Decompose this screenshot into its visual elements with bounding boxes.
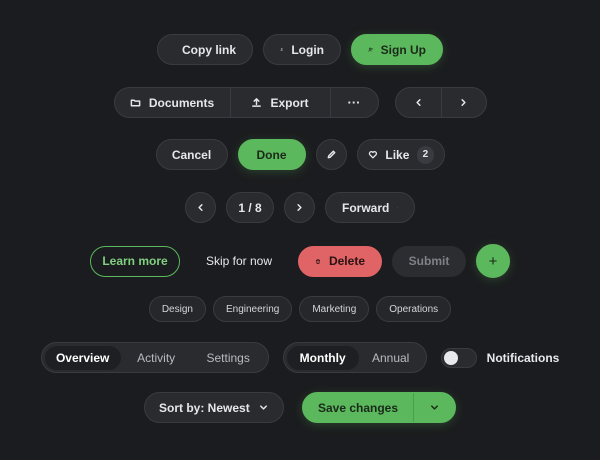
chip-label: Design: [161, 303, 193, 315]
user-icon: [280, 48, 283, 51]
billing-monthly[interactable]: Monthly: [286, 345, 359, 370]
tag-chips-row: Design Engineering Marketing Operations: [0, 296, 600, 322]
file-button-group: Documents Export ···: [113, 87, 379, 118]
like-count-badge: 2: [417, 145, 434, 164]
login-button[interactable]: Login: [263, 34, 341, 65]
delete-label: Delete: [328, 254, 365, 268]
heart-icon: [368, 151, 377, 159]
sign-up-label: Sign Up: [380, 42, 426, 57]
cta-row: Learn more Skip for now Delete Submit +: [0, 244, 600, 278]
chevron-right-icon: [461, 99, 466, 106]
chevron-left-icon: [198, 204, 203, 211]
submit-button[interactable]: Submit: [392, 245, 466, 277]
auth-row: Copy link Login Sign Up: [0, 34, 600, 65]
like-label: Like: [385, 147, 410, 162]
plus-icon: +: [488, 252, 498, 270]
submit-label: Submit: [408, 254, 450, 268]
page-previous-button[interactable]: [185, 192, 216, 223]
skip-button[interactable]: Skip for now: [190, 246, 288, 277]
notifications-label: Notifications: [486, 350, 560, 365]
page-indicator: 1 / 8: [226, 192, 274, 223]
billing-toggle: Monthly Annual: [282, 342, 427, 373]
file-actions-row: Documents Export ···: [0, 87, 600, 118]
cancel-label: Cancel: [171, 147, 212, 162]
view-tabs: Overview Activity Settings: [40, 342, 269, 373]
add-button[interactable]: +: [476, 244, 510, 278]
chevron-down-icon: [431, 405, 438, 410]
chevron-left-icon: [415, 99, 421, 106]
sort-select[interactable]: Sort by: Newest: [144, 392, 284, 423]
edit-button[interactable]: [315, 139, 347, 170]
documents-label: Documents: [148, 95, 215, 110]
more-icon: ···: [347, 95, 361, 110]
tab-activity[interactable]: Activity: [121, 346, 192, 370]
page-indicator-label: 1 / 8: [238, 200, 262, 215]
done-label: Done: [256, 147, 287, 162]
chevron-down-icon: [260, 405, 267, 410]
save-changes-button[interactable]: Save changes: [303, 393, 413, 422]
pagination-row: 1 / 8 Forward: [0, 192, 600, 223]
form-actions-row: Cancel Done Like 2: [0, 139, 600, 170]
billing-label: Monthly: [299, 350, 346, 365]
chip-label: Operations: [389, 303, 439, 315]
delete-button[interactable]: Delete: [298, 245, 382, 277]
like-button[interactable]: Like 2: [356, 139, 445, 170]
notifications-setting: Notifications: [440, 347, 560, 368]
export-button[interactable]: Export: [229, 88, 330, 117]
sort-label: Sort by: Newest: [159, 400, 250, 415]
forward-button[interactable]: Forward: [325, 192, 415, 223]
chip-design[interactable]: Design: [148, 296, 206, 322]
cancel-button[interactable]: Cancel: [155, 139, 228, 170]
chip-label: Engineering: [225, 303, 280, 315]
save-split-button: Save changes: [302, 392, 456, 423]
sign-up-button[interactable]: Sign Up: [351, 34, 443, 65]
trash-icon: [315, 258, 321, 264]
copy-link-label: Copy link: [182, 42, 237, 57]
billing-label: Annual: [371, 350, 410, 365]
skip-label: Skip for now: [205, 254, 273, 268]
chevron-right-icon: [297, 204, 302, 211]
done-button[interactable]: Done: [237, 139, 306, 170]
learn-more-button[interactable]: Learn more: [90, 245, 180, 277]
chip-operations[interactable]: Operations: [376, 296, 452, 322]
login-label: Login: [291, 42, 324, 57]
notifications-switch[interactable]: [440, 347, 477, 368]
pencil-icon: [327, 150, 335, 159]
save-options-button[interactable]: [413, 393, 455, 422]
segmented-controls-row: Overview Activity Settings Monthly Annua…: [0, 342, 600, 373]
chip-label: Marketing: [312, 303, 357, 315]
pager-group: [394, 87, 487, 118]
next-button[interactable]: [440, 88, 486, 117]
previous-button[interactable]: [396, 88, 441, 117]
tab-label: Activity: [137, 350, 176, 365]
tab-settings[interactable]: Settings: [192, 346, 265, 370]
tab-overview[interactable]: Overview: [44, 345, 121, 370]
sort-save-row: Sort by: Newest Save changes: [0, 392, 600, 423]
user-plus-icon: [368, 47, 373, 52]
chip-engineering[interactable]: Engineering: [212, 296, 293, 322]
tab-label: Settings: [206, 350, 250, 365]
documents-button[interactable]: Documents: [115, 88, 230, 117]
export-label: Export: [270, 95, 309, 110]
copy-link-button[interactable]: Copy link: [157, 34, 253, 65]
learn-more-label: Learn more: [102, 254, 168, 268]
folder-icon: [130, 99, 141, 107]
arrow-up-right-icon: [397, 207, 398, 208]
page-next-button[interactable]: [284, 192, 315, 223]
upload-icon: [252, 98, 262, 107]
switch-knob: [443, 350, 458, 365]
billing-annual[interactable]: Annual: [359, 346, 423, 370]
tab-label: Overview: [55, 350, 110, 365]
more-options-button[interactable]: ···: [329, 88, 378, 117]
save-label: Save changes: [317, 400, 399, 415]
forward-label: Forward: [342, 200, 390, 215]
chip-marketing[interactable]: Marketing: [299, 296, 370, 322]
